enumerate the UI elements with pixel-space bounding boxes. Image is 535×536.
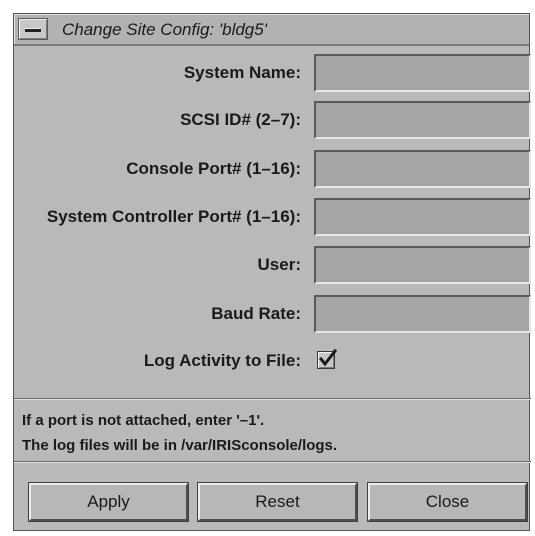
checkmark-icon [318, 349, 338, 367]
log-activity-label: Log Activity to File: [143, 351, 301, 370]
reset-button[interactable]: Reset [198, 483, 357, 521]
system-name-field[interactable] [314, 54, 531, 92]
baud-rate-row: Baud Rate: [14, 295, 531, 333]
user-field[interactable] [314, 246, 531, 284]
title-bar[interactable]: Change Site Config: 'bldg5' [14, 14, 529, 46]
baud-rate-label: Baud Rate: [211, 304, 301, 323]
user-label: User: [257, 255, 301, 274]
console-port-label: Console Port# (1–16): [126, 159, 301, 178]
user-row: User: [14, 246, 531, 284]
scsi-id-row: SCSI ID# (2–7): [14, 101, 531, 139]
system-name-label: System Name: [183, 63, 301, 82]
window-title: Change Site Config: 'bldg5' [62, 20, 267, 39]
console-port-row: Console Port# (1–16): [14, 150, 531, 188]
system-controller-port-field[interactable] [314, 198, 531, 236]
separator [14, 461, 531, 463]
info-port-hint: If a port is not attached, enter '–1'. [22, 412, 265, 429]
window-menu-icon [25, 28, 41, 32]
apply-button[interactable]: Apply [29, 483, 188, 521]
window-menu-button[interactable] [18, 18, 48, 40]
system-controller-port-row: System Controller Port# (1–16): [14, 198, 531, 236]
scsi-id-label: SCSI ID# (2–7): [180, 110, 301, 129]
info-log-path: The log files will be in /var/IRISconsol… [22, 437, 338, 454]
system-controller-port-label: System Controller Port# (1–16): [46, 207, 301, 226]
separator [14, 398, 531, 400]
log-activity-checkbox[interactable] [317, 349, 338, 369]
console-port-field[interactable] [314, 150, 531, 188]
system-name-row: System Name: [14, 54, 531, 92]
scsi-id-field[interactable] [314, 101, 531, 139]
log-activity-row: Log Activity to File: [14, 342, 531, 380]
close-button[interactable]: Close [368, 483, 527, 521]
change-site-config-dialog: Change Site Config: 'bldg5' System Name:… [13, 13, 531, 531]
baud-rate-field[interactable] [314, 295, 531, 333]
